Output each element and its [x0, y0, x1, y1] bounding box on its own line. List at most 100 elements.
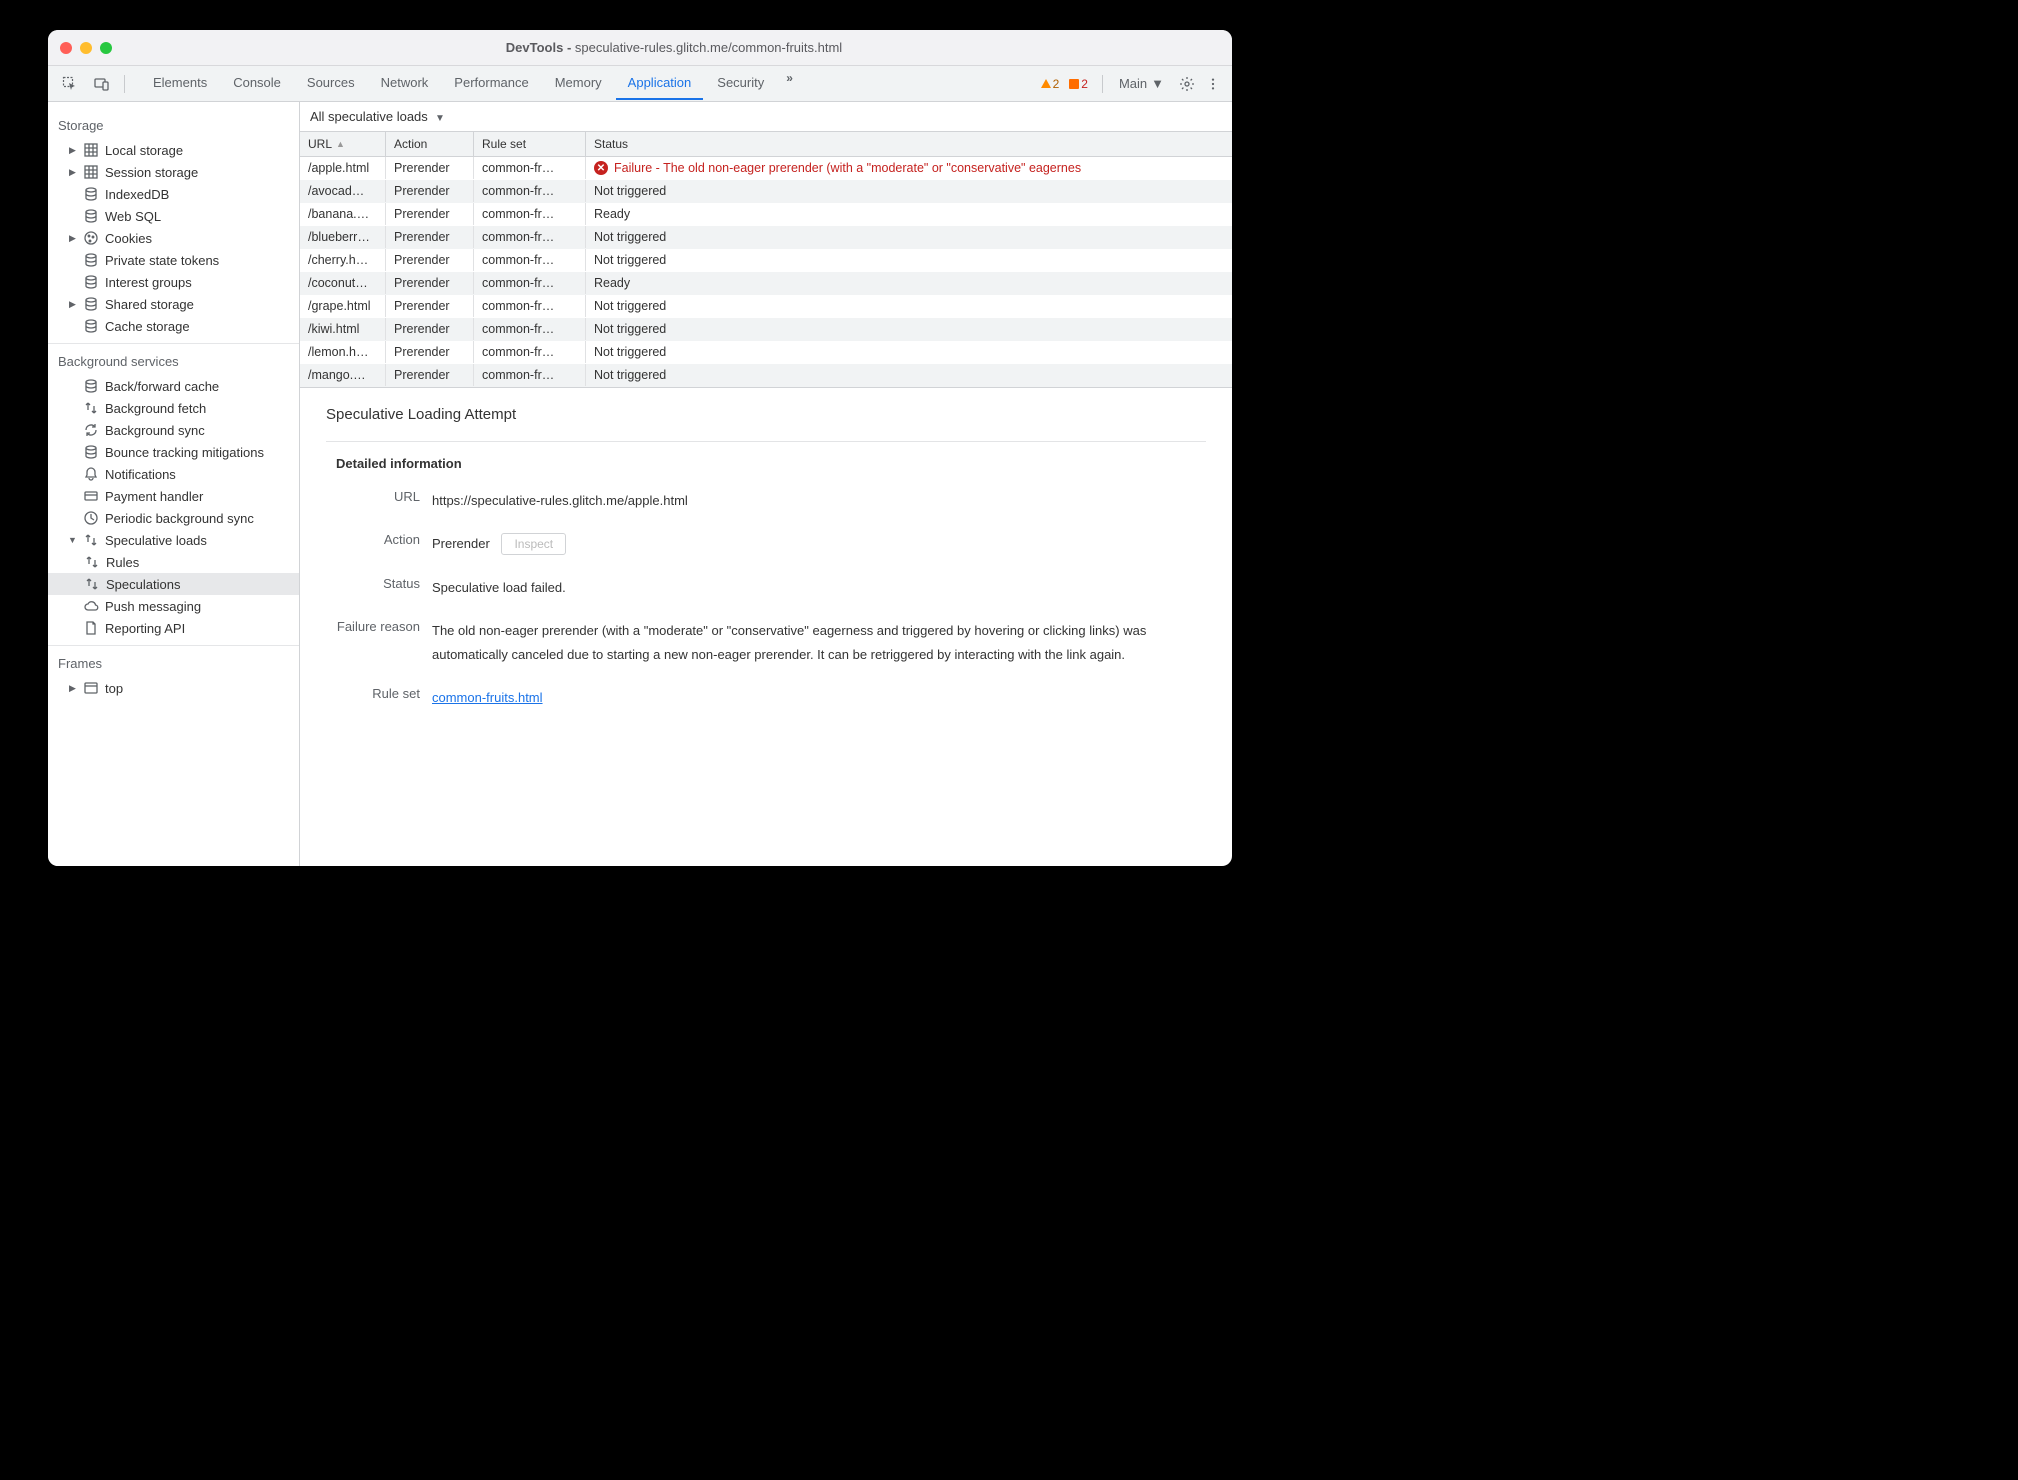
- toolbar-separator: [124, 75, 125, 93]
- cell-action: Prerender: [386, 180, 474, 202]
- warning-triangle-icon: [1041, 79, 1051, 88]
- table-row[interactable]: /lemon.h…Prerendercommon-fr…Not triggere…: [300, 341, 1232, 364]
- device-toggle-icon[interactable]: [88, 70, 116, 98]
- storage-grid-icon: [83, 142, 99, 158]
- detail-label-ruleset: Rule set: [326, 686, 420, 709]
- cell-action: Prerender: [386, 272, 474, 294]
- filter-dropdown[interactable]: All speculative loads ▼: [310, 109, 445, 124]
- table-row[interactable]: /coconut…Prerendercommon-fr…Ready: [300, 272, 1232, 295]
- sidebar-item-reporting-api[interactable]: Reporting API: [48, 617, 299, 639]
- detail-row-url: URL https://speculative-rules.glitch.me/…: [326, 489, 1206, 512]
- sidebar-item-speculations[interactable]: Speculations: [48, 573, 299, 595]
- tabs-overflow[interactable]: »: [778, 67, 801, 100]
- transfer-icon: [84, 576, 100, 592]
- sidebar-item-notifications[interactable]: Notifications: [48, 463, 299, 485]
- sidebar-item-rules[interactable]: Rules: [48, 551, 299, 573]
- table-row[interactable]: /banana.…Prerendercommon-fr…Ready: [300, 203, 1232, 226]
- cell-action: Prerender: [386, 364, 474, 386]
- sidebar-item-speculative-loads[interactable]: ▼Speculative loads: [48, 529, 299, 551]
- database-icon: [83, 318, 99, 334]
- sidebar-item-cookies[interactable]: ▶Cookies: [48, 227, 299, 249]
- sidebar-item-frame-top[interactable]: ▶top: [48, 677, 299, 699]
- sidebar-item-push-messaging[interactable]: Push messaging: [48, 595, 299, 617]
- cell-url: /avocad…: [300, 180, 386, 202]
- window-title: DevTools - speculative-rules.glitch.me/c…: [128, 40, 1220, 55]
- sidebar-item-cache-storage[interactable]: Cache storage: [48, 315, 299, 337]
- sidebar-item-background-sync[interactable]: Background sync: [48, 419, 299, 441]
- cell-action: Prerender: [386, 295, 474, 317]
- devtools-window: DevTools - speculative-rules.glitch.me/c…: [48, 30, 1232, 866]
- tab-network[interactable]: Network: [369, 67, 441, 100]
- credit-card-icon: [83, 488, 99, 504]
- table-row[interactable]: /cherry.h…Prerendercommon-fr…Not trigger…: [300, 249, 1232, 272]
- sidebar-section-storage: Storage: [48, 108, 299, 139]
- cell-action: Prerender: [386, 318, 474, 340]
- sidebar-item-interest-groups[interactable]: Interest groups: [48, 271, 299, 293]
- toolbar: Elements Console Sources Network Perform…: [48, 66, 1232, 102]
- tab-application[interactable]: Application: [616, 67, 704, 100]
- table-row[interactable]: /apple.htmlPrerendercommon-fr…✕Failure -…: [300, 157, 1232, 180]
- close-window-button[interactable]: [60, 42, 72, 54]
- tab-elements[interactable]: Elements: [141, 67, 219, 100]
- sync-icon: [83, 422, 99, 438]
- table-row[interactable]: /mango.…Prerendercommon-fr…Not triggered: [300, 364, 1232, 387]
- sidebar-item-local-storage[interactable]: ▶Local storage: [48, 139, 299, 161]
- cell-ruleset: common-fr…: [474, 341, 586, 363]
- chevron-down-icon: ▼: [1151, 76, 1164, 91]
- sidebar-section-background: Background services: [48, 344, 299, 375]
- frame-icon: [83, 680, 99, 696]
- sidebar-item-background-fetch[interactable]: Background fetch: [48, 397, 299, 419]
- cell-ruleset: common-fr…: [474, 272, 586, 294]
- cell-ruleset: common-fr…: [474, 249, 586, 271]
- database-icon: [83, 378, 99, 394]
- cell-ruleset: common-fr…: [474, 180, 586, 202]
- sidebar-item-indexeddb[interactable]: IndexedDB: [48, 183, 299, 205]
- inspect-button[interactable]: Inspect: [501, 533, 566, 555]
- table-row[interactable]: /kiwi.htmlPrerendercommon-fr…Not trigger…: [300, 318, 1232, 341]
- tab-memory[interactable]: Memory: [543, 67, 614, 100]
- main-content: All speculative loads ▼ URL▲ Action Rule…: [300, 102, 1232, 866]
- detail-label-status: Status: [326, 576, 420, 599]
- sidebar-item-bfcache[interactable]: Back/forward cache: [48, 375, 299, 397]
- sidebar-item-websql[interactable]: Web SQL: [48, 205, 299, 227]
- cell-status: Not triggered: [586, 295, 1232, 317]
- table-row[interactable]: /avocad…Prerendercommon-fr…Not triggered: [300, 180, 1232, 203]
- warnings-badge[interactable]: 2: [1041, 77, 1060, 91]
- frame-selector[interactable]: Main ▼: [1111, 76, 1172, 91]
- tab-performance[interactable]: Performance: [442, 67, 540, 100]
- more-menu-icon[interactable]: [1202, 73, 1224, 95]
- tab-security[interactable]: Security: [705, 67, 776, 100]
- sidebar-item-shared-storage[interactable]: ▶Shared storage: [48, 293, 299, 315]
- column-header-url[interactable]: URL▲: [300, 132, 386, 156]
- sidebar-item-periodic-sync[interactable]: Periodic background sync: [48, 507, 299, 529]
- inspect-element-icon[interactable]: [56, 70, 84, 98]
- sidebar-item-payment-handler[interactable]: Payment handler: [48, 485, 299, 507]
- cell-ruleset: common-fr…: [474, 295, 586, 317]
- grid-body: /apple.htmlPrerendercommon-fr…✕Failure -…: [300, 157, 1232, 387]
- panel-tabs: Elements Console Sources Network Perform…: [141, 67, 1037, 100]
- detail-label-reason: Failure reason: [326, 619, 420, 666]
- tab-sources[interactable]: Sources: [295, 67, 367, 100]
- column-header-status[interactable]: Status: [586, 132, 1232, 156]
- column-header-action[interactable]: Action: [386, 132, 474, 156]
- settings-gear-icon[interactable]: [1176, 73, 1198, 95]
- cell-url: /coconut…: [300, 272, 386, 294]
- detail-ruleset-link[interactable]: common-fruits.html: [432, 690, 543, 705]
- sidebar-item-private-state-tokens[interactable]: Private state tokens: [48, 249, 299, 271]
- sidebar-item-bounce-tracking[interactable]: Bounce tracking mitigations: [48, 441, 299, 463]
- errors-badge[interactable]: 2: [1069, 77, 1088, 91]
- toolbar-separator: [1102, 75, 1103, 93]
- minimize-window-button[interactable]: [80, 42, 92, 54]
- detail-value-status: Speculative load failed.: [432, 576, 566, 599]
- expand-caret-icon: ▶: [68, 167, 77, 178]
- sidebar-item-session-storage[interactable]: ▶Session storage: [48, 161, 299, 183]
- database-icon: [83, 208, 99, 224]
- table-row[interactable]: /blueberr…Prerendercommon-fr…Not trigger…: [300, 226, 1232, 249]
- cell-url: /banana.…: [300, 203, 386, 225]
- cookie-icon: [83, 230, 99, 246]
- column-header-ruleset[interactable]: Rule set: [474, 132, 586, 156]
- cell-ruleset: common-fr…: [474, 203, 586, 225]
- tab-console[interactable]: Console: [221, 67, 293, 100]
- zoom-window-button[interactable]: [100, 42, 112, 54]
- table-row[interactable]: /grape.htmlPrerendercommon-fr…Not trigge…: [300, 295, 1232, 318]
